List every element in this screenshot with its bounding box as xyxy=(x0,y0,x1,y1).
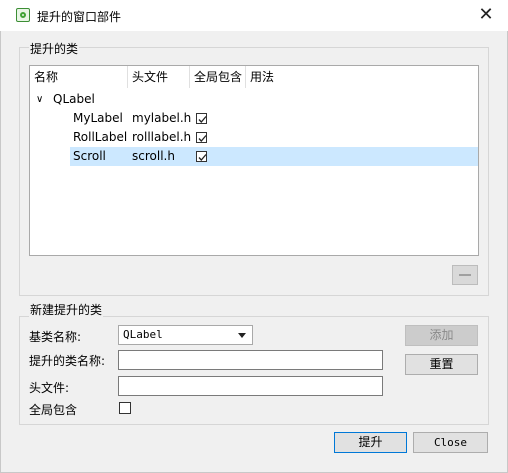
header-file-label: 头文件: xyxy=(29,381,70,395)
remove-class-button[interactable] xyxy=(452,265,478,285)
global-include-checkbox[interactable] xyxy=(196,151,207,162)
tree-row[interactable]: MyLabel mylabel.h xyxy=(30,109,478,128)
global-include-checkbox[interactable] xyxy=(196,132,207,143)
base-class-combobox[interactable]: QLabel xyxy=(118,325,253,345)
class-name: Scroll xyxy=(73,149,106,163)
chevron-down-icon[interactable]: ∨ xyxy=(36,90,43,109)
close-icon[interactable]: ✕ xyxy=(472,2,500,28)
tree-row-selected[interactable]: Scroll scroll.h xyxy=(30,147,478,166)
promoted-classes-group-title: 提升的类 xyxy=(29,40,80,57)
header-file-input[interactable] xyxy=(118,376,383,396)
base-class-value: QLabel xyxy=(123,328,163,341)
global-include-checkbox[interactable] xyxy=(196,113,207,124)
tree-parent-row[interactable]: ∨ QLabel xyxy=(30,90,478,109)
column-header-global-include[interactable]: 全局包含 xyxy=(190,66,246,88)
close-button[interactable]: Close xyxy=(413,432,488,453)
minus-icon xyxy=(459,274,471,276)
promoted-classes-tree[interactable]: 名称 头文件 全局包含 用法 ∨ QLabel MyLabel mylabel.… xyxy=(29,65,479,256)
promoted-class-name-label: 提升的类名称: xyxy=(29,354,106,368)
class-name: RollLabel xyxy=(73,130,128,144)
class-name: MyLabel xyxy=(73,111,123,125)
header-file: rolllabel.h xyxy=(132,130,192,144)
add-button[interactable]: 添加 xyxy=(405,325,478,346)
global-include-checkbox-new[interactable] xyxy=(119,402,131,414)
header-file: mylabel.h xyxy=(132,111,192,125)
new-promoted-class-group-title: 新建提升的类 xyxy=(29,301,104,318)
reset-button[interactable]: 重置 xyxy=(405,354,478,375)
column-header-header-file[interactable]: 头文件 xyxy=(128,66,190,88)
tree-row[interactable]: RollLabel rolllabel.h xyxy=(30,128,478,147)
promoted-class-name-input[interactable] xyxy=(118,350,383,370)
column-header-usage[interactable]: 用法 xyxy=(246,66,478,88)
window-title: 提升的窗口部件 xyxy=(37,10,122,24)
column-header-name[interactable]: 名称 xyxy=(30,66,128,88)
parent-class-name: QLabel xyxy=(53,92,95,106)
promote-button[interactable]: 提升 xyxy=(334,432,407,453)
qt-app-icon xyxy=(16,8,30,22)
title-bar: 提升的窗口部件 ✕ xyxy=(0,0,508,31)
header-file: scroll.h xyxy=(132,149,175,163)
global-include-label: 全局包含 xyxy=(29,403,78,417)
dropdown-arrow-icon xyxy=(238,333,246,338)
base-class-label: 基类名称: xyxy=(29,330,82,344)
